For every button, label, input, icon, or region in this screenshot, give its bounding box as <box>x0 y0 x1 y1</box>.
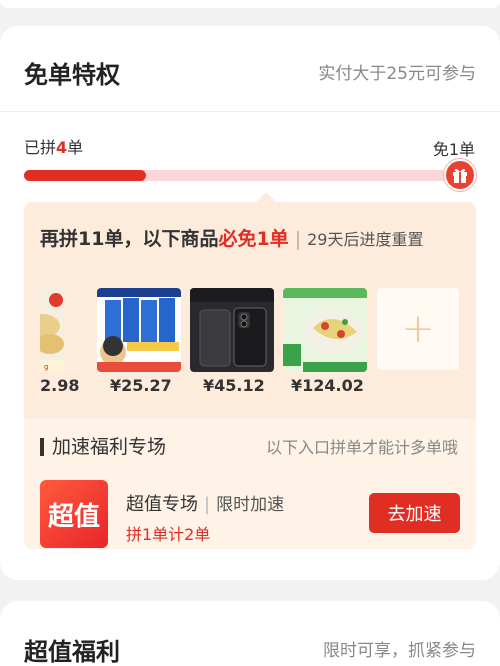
section2-title: 超值福利 <box>24 638 120 666</box>
card-header: 免单特权 实付大于25元可参与 <box>0 26 500 112</box>
product-price-1: 2.98 <box>40 376 80 395</box>
boost-section: 加速福利专场 以下入口拼单才能计多单哦 超值 超值专场 | 限时加速 拼1单计2单 … <box>24 418 476 549</box>
panel-notch <box>256 192 276 202</box>
progress-track <box>24 170 452 181</box>
boost-entry-tag: 限时加速 <box>216 495 285 515</box>
plus-icon: + <box>401 306 435 352</box>
boost-entry-name: 超值专场 | 限时加速 <box>126 494 285 515</box>
orders-done-count: 4 <box>56 138 68 157</box>
product-thumb-1[interactable]: g <box>40 288 64 372</box>
product-price-4: ¥124.02 <box>291 376 364 395</box>
reset-note: 29天后进度重置 <box>307 230 424 249</box>
divider: | <box>294 228 302 250</box>
product-price-2: ¥25.27 <box>110 376 172 395</box>
offer-panel: 再拼11单，以下商品必免1单 | 29天后进度重置 g + 2.98 ¥25.2… <box>24 192 476 549</box>
progress-fill <box>24 170 147 181</box>
section2-note: 限时可享，抓紧参与 <box>323 641 476 661</box>
add-product-button[interactable]: + <box>377 288 459 370</box>
boost-title: 加速福利专场 <box>52 436 167 458</box>
free-highlight: 必免1单 <box>218 228 289 250</box>
free-order-card: 免单特权 实付大于25元可参与 已拼4单 免1单 再拼11单，以下商品必免1单 |… <box>0 26 500 580</box>
previous-card-edge <box>0 0 500 8</box>
value-badge[interactable]: 超值 <box>40 480 108 548</box>
product-price-3: ¥45.12 <box>203 376 265 395</box>
orders-done: 已拼4单 <box>24 138 84 157</box>
card-title: 免单特权 <box>24 61 120 89</box>
boost-note: 以下入口拼单才能计多单哦 <box>265 438 458 457</box>
section-marker <box>40 438 44 456</box>
product-thumb-3[interactable] <box>190 288 274 372</box>
boost-entry-rule: 拼1单计2单 <box>126 525 211 544</box>
remaining-orders-text: 再拼11单，以下商品必免1单 | 29天后进度重置 <box>40 228 424 250</box>
value-welfare-card: 超值福利 限时可享，抓紧参与 <box>0 601 500 666</box>
goal-label: 免1单 <box>432 140 475 159</box>
product-thumb-2[interactable] <box>97 288 181 372</box>
product-thumb-4[interactable] <box>283 288 367 372</box>
gift-icon[interactable] <box>444 159 476 191</box>
speed-up-button[interactable]: 去加速 <box>369 493 460 533</box>
svg-text:g: g <box>44 363 48 371</box>
card-condition: 实付大于25元可参与 <box>318 64 476 84</box>
